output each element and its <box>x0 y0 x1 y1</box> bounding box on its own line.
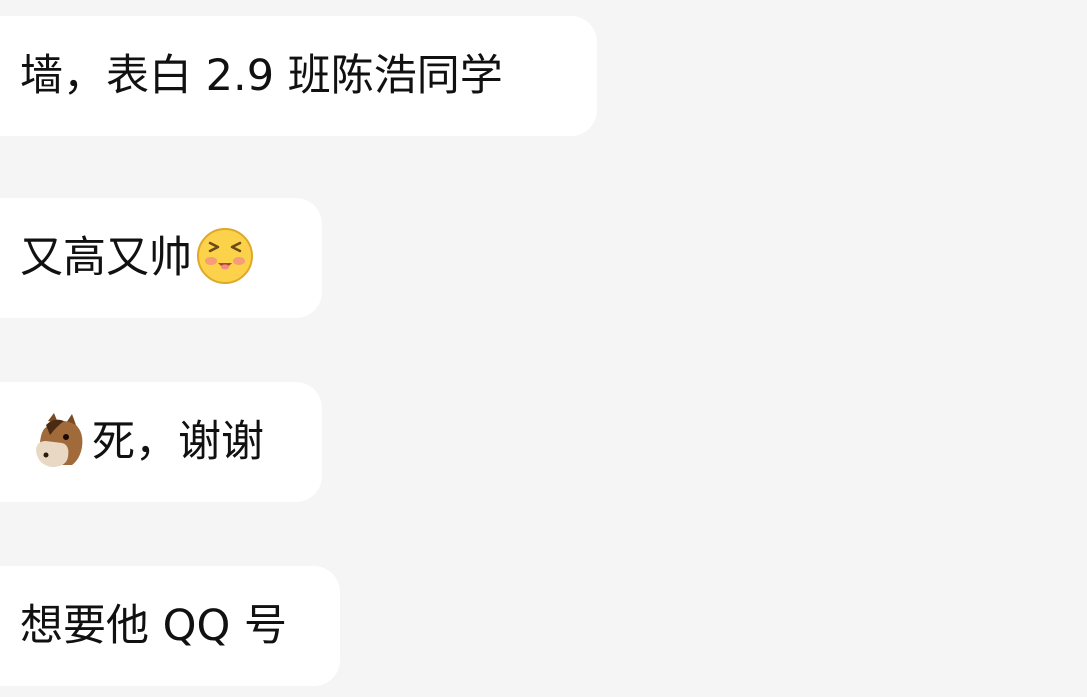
message-bubble[interactable]: 墙，表白 2.9 班陈浩同学 <box>0 16 597 136</box>
message-bubble[interactable]: 死，谢谢 <box>0 382 322 502</box>
message-bubble[interactable]: 想要他 QQ 号 <box>0 566 340 686</box>
message-text: 死，谢谢 <box>92 416 264 467</box>
horse-face-icon <box>32 411 90 473</box>
message-text: 又高又帅 <box>20 232 192 283</box>
message-text: 想要他 QQ 号 <box>20 600 288 651</box>
message-bubble[interactable]: 又高又帅 <box>0 198 322 318</box>
smiling-face-icon <box>196 227 254 289</box>
message-text: 墙，表白 2.9 班陈浩同学 <box>20 50 503 101</box>
